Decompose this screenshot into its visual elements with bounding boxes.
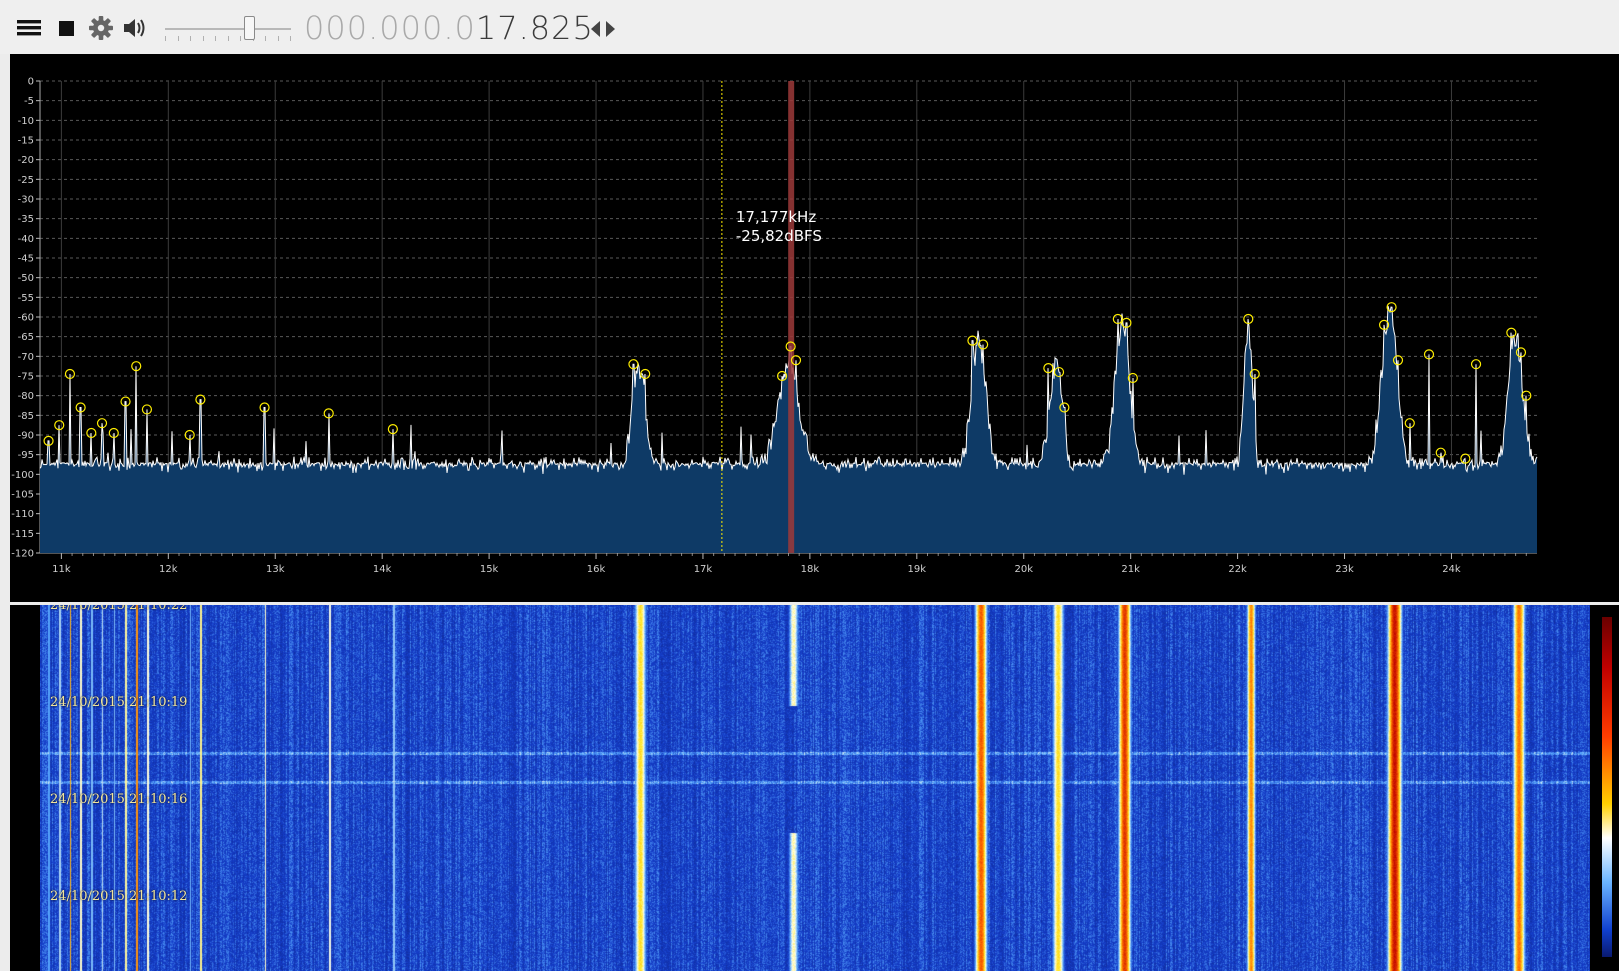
frequency-leading-digits: 000.000.0	[304, 9, 476, 47]
y-tick-label: -115	[11, 529, 34, 540]
x-tick-label: 23k	[1335, 564, 1354, 575]
y-tick-label: -90	[18, 431, 34, 442]
frequency-active-digits: 17.825	[475, 9, 594, 47]
gear-icon[interactable]	[86, 12, 116, 42]
y-tick-label: -45	[18, 254, 34, 265]
volume-slider-thumb[interactable]	[243, 16, 255, 40]
volume-slider[interactable]	[165, 14, 291, 44]
volume-icon[interactable]	[120, 12, 150, 42]
y-tick-label: -20	[18, 155, 34, 166]
y-tick-label: -80	[18, 391, 34, 402]
waterfall-panel[interactable]: 24/10/2015 21:10:22 24/10/2015 21:10:19 …	[10, 605, 1619, 971]
y-tick-label: -25	[18, 175, 34, 186]
x-tick-label: 12k	[159, 564, 178, 575]
waterfall-timestamp-3: 24/10/2015 21:10:16	[50, 792, 188, 807]
y-tick-label: -105	[11, 490, 34, 501]
x-tick-label: 15k	[480, 564, 499, 575]
tuned-band[interactable]	[788, 81, 795, 553]
x-tick-label: 16k	[587, 564, 606, 575]
x-tick-label: 11k	[52, 564, 71, 575]
x-tick-label: 20k	[1014, 564, 1033, 575]
y-tick-label: -5	[24, 96, 34, 107]
y-tick-label: -30	[18, 195, 34, 206]
y-axis-labels: 0 -5 -10 -15 -20 -25 -30 -35 -40 -45 -50 -55 -60 -65 -…	[11, 77, 34, 560]
stop-icon[interactable]	[52, 12, 82, 42]
waterfall-colorbar	[1602, 617, 1612, 957]
menu-icon[interactable]	[14, 12, 44, 42]
spectrum-panel[interactable]: 0 -5 -10 -15 -20 -25 -30 -35 -40 -45 -50 -55 -60 -65 -…	[10, 54, 1619, 602]
y-tick-label: -40	[18, 234, 34, 245]
cursor-readout: 17,177kHz -25,82dBFS	[736, 208, 822, 245]
y-tick-label: -100	[11, 470, 34, 481]
y-tick-label: -85	[18, 411, 34, 422]
y-tick-label: -110	[11, 509, 34, 520]
y-tick-label: -65	[18, 332, 34, 343]
x-tick-label: 18k	[801, 564, 820, 575]
y-tick-label: -95	[18, 450, 34, 461]
y-tick-label: 0	[28, 77, 34, 88]
x-tick-label: 13k	[266, 564, 285, 575]
x-tick-label: 22k	[1228, 564, 1247, 575]
volume-slider-track	[165, 28, 291, 30]
y-tick-label: -35	[18, 214, 34, 225]
cursor-frequency: 17,177kHz	[736, 208, 816, 226]
x-tick-label: 17k	[694, 564, 713, 575]
waterfall-image[interactable]	[40, 605, 1590, 971]
spectrum-chart[interactable]: 0 -5 -10 -15 -20 -25 -30 -35 -40 -45 -50 -55 -60 -65 -…	[10, 54, 1619, 602]
y-tick-label: -55	[18, 293, 34, 304]
waterfall-timestamp-4: 24/10/2015 21:10:12	[50, 889, 188, 904]
x-axis-labels: 11k 12k 13k 14k 15k 16k 17k 18k 19k 20k 21k 22k 23k 2…	[52, 564, 1461, 575]
waterfall-timestamp-2: 24/10/2015 21:10:19	[50, 695, 188, 710]
x-tick-label: 21k	[1121, 564, 1140, 575]
y-tick-label: -75	[18, 372, 34, 383]
x-tick-label: 14k	[373, 564, 392, 575]
y-tick-label: -15	[18, 136, 34, 147]
y-tick-label: -50	[18, 273, 34, 284]
x-tick-label: 24k	[1442, 564, 1461, 575]
tune-arrows-icon[interactable]	[589, 18, 617, 40]
waterfall-timestamp-1: 24/10/2015 21:10:22	[50, 605, 188, 613]
y-tick-label: -70	[18, 352, 34, 363]
cursor-level: -25,82dBFS	[736, 227, 822, 245]
y-tick-label: -10	[18, 116, 34, 127]
y-tick-label: -60	[18, 313, 34, 324]
frequency-display[interactable]: 000.000.017.825	[304, 6, 594, 50]
toolbar: 000.000.017.825	[0, 0, 1619, 54]
volume-slider-ticks	[165, 36, 291, 42]
x-tick-label: 19k	[908, 564, 927, 575]
y-tick-label: -120	[11, 549, 34, 560]
